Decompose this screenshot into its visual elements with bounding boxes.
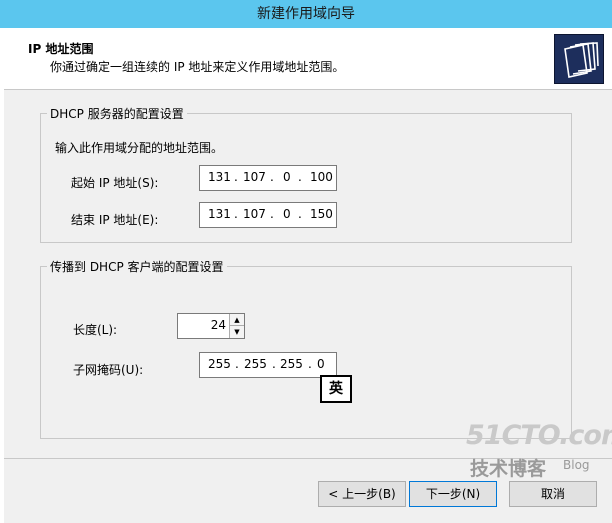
start-ip-field[interactable]: 131 . 107 . 0 . 100 [199,165,337,191]
folder-stack-icon [554,34,604,84]
ime-mode-indicator: 英 [320,375,352,403]
next-button[interactable]: 下一步(N) [409,481,497,507]
footer-divider [4,458,612,459]
ip-dot: . [308,357,312,371]
start-ip-label: 起始 IP 地址(S): [71,176,159,190]
page-description: 你通过确定一组连续的 IP 地址来定义作用域地址范围。 [50,60,345,74]
subnet-mask-label: 子网掩码(U): [73,363,144,377]
ip-dot: . [272,357,276,371]
mask-octet[interactable]: 0 [317,357,325,371]
mask-octet[interactable]: 255 [280,357,303,371]
page-title: IP 地址范围 [28,42,94,56]
wizard-window: IP 地址范围 你通过确定一组连续的 IP 地址来定义作用域地址范围。 DHCP… [4,28,612,523]
ip-octet[interactable]: 0 [283,207,291,221]
back-button[interactable]: < 上一步(B) [318,481,406,507]
spin-down-arrow-icon[interactable]: ▼ [230,326,244,338]
group-legend: DHCP 服务器的配置设置 [47,105,187,122]
window-title: 新建作用域向导 [0,0,612,28]
ip-dot: . [235,357,239,371]
length-value[interactable]: 24 [211,318,226,332]
mask-octet[interactable]: 255 [244,357,267,371]
ip-octet[interactable]: 150 [310,207,333,221]
length-spinner[interactable]: 24 ▲ ▼ [177,313,245,339]
ip-dot: . [298,207,302,221]
ip-octet[interactable]: 0 [283,170,291,184]
ip-octet[interactable]: 100 [310,170,333,184]
length-label: 长度(L): [73,323,118,337]
ip-dot: . [234,170,238,184]
dhcp-server-settings-group: DHCP 服务器的配置设置 输入此作用域分配的地址范围。 起始 IP 地址(S)… [40,105,572,243]
wizard-header: IP 地址范围 你通过确定一组连续的 IP 地址来定义作用域地址范围。 [4,28,612,90]
end-ip-field[interactable]: 131 . 107 . 0 . 150 [199,202,337,228]
cancel-button[interactable]: 取消 [509,481,597,507]
end-ip-label: 结束 IP 地址(E): [71,213,159,227]
mask-octet[interactable]: 255 [208,357,231,371]
ip-octet[interactable]: 131 [208,207,231,221]
ip-octet[interactable]: 131 [208,170,231,184]
ip-dot: . [298,170,302,184]
ip-octet[interactable]: 107 [243,207,266,221]
spin-up-arrow-icon[interactable]: ▲ [230,314,244,326]
client-settings-group: 传播到 DHCP 客户端的配置设置 长度(L): 24 ▲ ▼ 子网掩码(U):… [40,258,572,439]
group-legend: 传播到 DHCP 客户端的配置设置 [47,258,227,275]
subnet-mask-field[interactable]: 255 . 255 . 255 . 0 [199,352,337,378]
ip-dot: . [270,207,274,221]
ip-dot: . [270,170,274,184]
ip-dot: . [234,207,238,221]
spin-buttons: ▲ ▼ [229,314,244,338]
ip-octet[interactable]: 107 [243,170,266,184]
range-instruction: 输入此作用域分配的地址范围。 [55,141,224,155]
